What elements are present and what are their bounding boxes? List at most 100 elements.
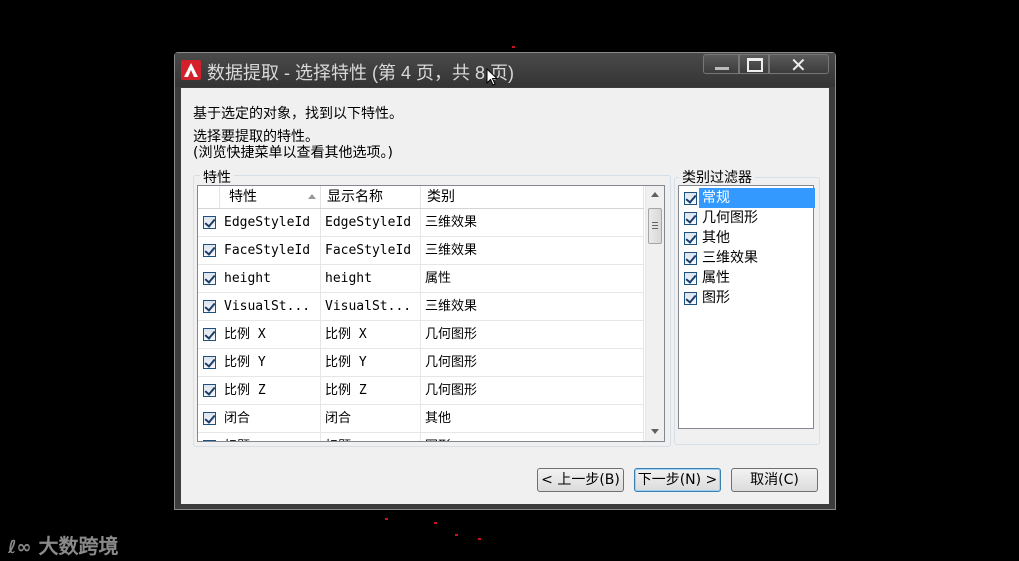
header-display-name[interactable]: 显示名称 [321, 186, 421, 208]
row-display-name[interactable]: height [321, 265, 421, 292]
table-row[interactable]: 比例 Z 比例 Z 几何图形 [198, 377, 644, 405]
header-property-label: 特性 [229, 189, 257, 205]
background-speck [512, 46, 515, 48]
properties-scrollbar[interactable] [645, 186, 664, 441]
autocad-app-icon[interactable] [181, 60, 201, 80]
table-row[interactable]: FaceStyleId FaceStyleId 三维效果 [198, 237, 644, 265]
grip-line [652, 228, 658, 229]
scroll-up-icon[interactable] [651, 192, 659, 197]
header-category-label: 类别 [427, 189, 455, 205]
window-title: 数据提取 - 选择特性 (第 4 页，共 8 页) [207, 63, 515, 83]
filter-checkbox[interactable] [684, 272, 697, 285]
watermark-logo: ℓ∞ 大数跨境 [8, 530, 118, 559]
grip-line [652, 222, 658, 223]
row-display-name[interactable]: FaceStyleId [321, 237, 421, 264]
minimize-button[interactable] [703, 54, 739, 74]
background-speck [385, 518, 388, 520]
grip-line [652, 225, 658, 226]
filter-item[interactable]: 几何图形 [679, 208, 813, 228]
row-checkbox[interactable] [203, 216, 216, 229]
filter-label: 属性 [702, 270, 730, 286]
filter-item[interactable]: 图形 [679, 288, 813, 308]
row-category: 几何图形 [421, 377, 644, 404]
header-check-column[interactable] [198, 186, 220, 208]
row-display-name[interactable]: 标题 [321, 433, 421, 441]
scroll-down-icon[interactable] [651, 429, 659, 434]
table-row[interactable]: VisualSt... VisualSt... 三维效果 [198, 293, 644, 321]
filter-checkbox[interactable] [684, 212, 697, 225]
intro-text-found: 基于选定的对象，找到以下特性。 [193, 106, 403, 122]
row-display-name[interactable]: EdgeStyleId [321, 209, 421, 236]
filter-label: 几何图形 [702, 210, 758, 226]
row-property: 比例 X [220, 321, 321, 348]
row-checkbox[interactable] [203, 384, 216, 397]
dialog-body: 基于选定的对象，找到以下特性。 选择要提取的特性。 (浏览快捷菜单以查看其他选项… [181, 88, 829, 504]
row-category: 图形 [421, 433, 644, 441]
table-row[interactable]: 比例 Y 比例 Y 几何图形 [198, 349, 644, 377]
row-category: 三维效果 [421, 293, 644, 320]
scroll-thumb[interactable] [648, 208, 662, 244]
table-row[interactable]: 标题 标题 图形 [198, 433, 644, 441]
filter-item[interactable]: 属性 [679, 268, 813, 288]
row-category: 三维效果 [421, 237, 644, 264]
next-button[interactable]: 下一步(N) > [634, 468, 721, 492]
row-property: FaceStyleId [220, 237, 321, 264]
row-property: VisualSt... [220, 293, 321, 320]
row-property: EdgeStyleId [220, 209, 321, 236]
row-property: 比例 Y [220, 349, 321, 376]
table-row[interactable]: height height 属性 [198, 265, 644, 293]
row-category: 三维效果 [421, 209, 644, 236]
row-checkbox[interactable] [203, 300, 216, 313]
row-checkbox[interactable] [203, 272, 216, 285]
properties-group-label: 特性 [200, 167, 234, 187]
table-row[interactable]: 闭合 闭合 其他 [198, 405, 644, 433]
filter-checkbox[interactable] [684, 252, 697, 265]
row-property: 比例 Z [220, 377, 321, 404]
row-checkbox[interactable] [203, 412, 216, 425]
background-speck [478, 538, 481, 540]
intro-text-hint: (浏览快捷菜单以查看其他选项。) [193, 145, 393, 161]
header-property[interactable]: 特性 [220, 186, 321, 208]
row-checkbox[interactable] [203, 244, 216, 257]
row-checkbox[interactable] [203, 328, 216, 341]
mouse-cursor-icon [486, 68, 498, 86]
table-row[interactable]: 比例 X 比例 X 几何图形 [198, 321, 644, 349]
filter-checkbox[interactable] [684, 192, 697, 205]
background-speck [455, 534, 458, 536]
data-extraction-dialog: 数据提取 - 选择特性 (第 4 页，共 8 页) ✕ 基于选定的对象，找到以下… [174, 52, 836, 510]
row-category: 其他 [421, 405, 644, 432]
filter-item[interactable]: 常规 [679, 188, 815, 208]
properties-list[interactable]: 特性 显示名称 类别 EdgeStyleId EdgeStyleId 三维效果 [197, 185, 665, 442]
back-button[interactable]: < 上一步(B) [537, 468, 624, 492]
background-speck [434, 522, 437, 524]
header-category[interactable]: 类别 [421, 186, 644, 208]
row-checkbox[interactable] [203, 356, 216, 369]
row-display-name[interactable]: 比例 Y [321, 349, 421, 376]
table-row[interactable]: EdgeStyleId EdgeStyleId 三维效果 [198, 209, 644, 237]
row-property: 闭合 [220, 405, 321, 432]
filter-item[interactable]: 其他 [679, 228, 813, 248]
row-display-name[interactable]: 闭合 [321, 405, 421, 432]
filter-item[interactable]: 三维效果 [679, 248, 813, 268]
title-bar[interactable]: 数据提取 - 选择特性 (第 4 页，共 8 页) ✕ [175, 53, 835, 87]
row-display-name[interactable]: VisualSt... [321, 293, 421, 320]
maximize-icon [747, 58, 763, 72]
cancel-button[interactable]: 取消(C) [731, 468, 818, 492]
minimize-icon [715, 67, 729, 70]
header-display-name-label: 显示名称 [327, 189, 383, 205]
row-property: 标题 [220, 433, 321, 441]
filter-checkbox[interactable] [684, 232, 697, 245]
filter-label: 三维效果 [702, 250, 758, 266]
row-checkbox[interactable] [203, 440, 216, 441]
watermark-symbol-icon: ℓ∞ [8, 537, 32, 558]
filter-checkbox[interactable] [684, 292, 697, 305]
category-filter-list[interactable]: 常规 几何图形 其他 三维效果 属性 图形 [678, 185, 815, 429]
filter-label: 其他 [702, 230, 730, 246]
maximize-button[interactable] [739, 54, 769, 74]
category-filter-label: 类别过滤器 [679, 167, 755, 187]
close-button[interactable]: ✕ [769, 53, 829, 77]
row-property: height [220, 265, 321, 292]
watermark-text: 大数跨境 [38, 534, 119, 558]
row-display-name[interactable]: 比例 Z [321, 377, 421, 404]
row-display-name[interactable]: 比例 X [321, 321, 421, 348]
